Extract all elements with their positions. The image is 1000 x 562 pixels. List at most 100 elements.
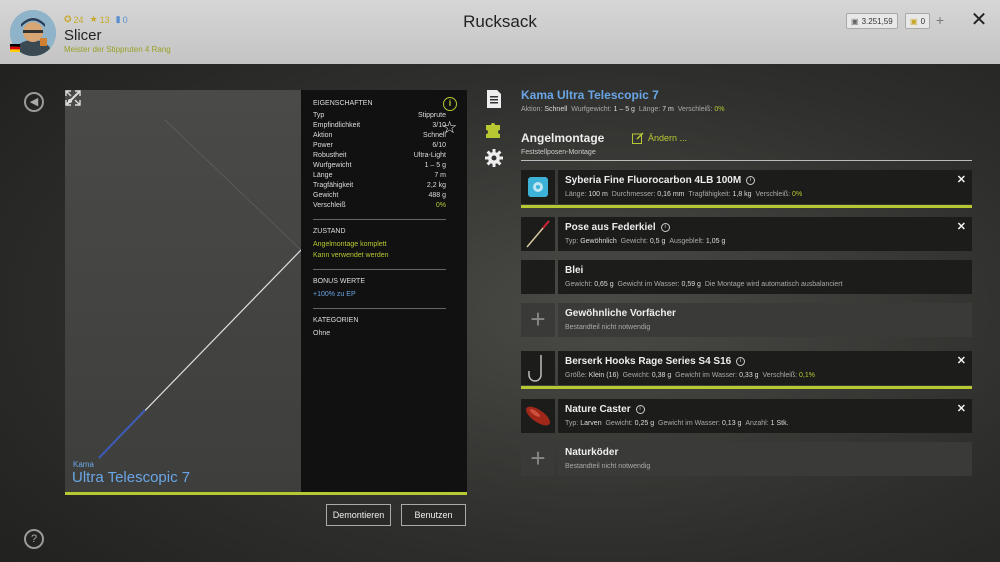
item-details: Gewicht: 0,65 g Gewicht im Wasser: 0,59 … <box>565 281 843 288</box>
property-row: Verschleiß 0% <box>313 201 446 211</box>
item-thumbnail[interactable] <box>521 399 555 433</box>
back-icon[interactable]: ◀ <box>24 92 44 112</box>
remove-icon[interactable]: ✕ <box>957 354 966 367</box>
item-name: Syberia Fine Fluorocarbon 4LB 100M i <box>565 175 756 186</box>
item-details: Bestandteil nicht notwendig <box>565 463 651 470</box>
player-rank: Meister der Stippruten 4 Rang <box>64 45 171 54</box>
properties-title: EIGENSCHAFTEN <box>313 100 373 107</box>
gold-balance[interactable]: ▣ 0 <box>905 13 931 29</box>
info-icon[interactable]: i <box>443 97 457 111</box>
sinker-item[interactable]: Blei Gewicht: 0,65 g Gewicht im Wasser: 0… <box>521 260 972 294</box>
item-body[interactable]: Naturköder Bestandteil nicht notwendig <box>558 442 972 476</box>
item-thumbnail[interactable]: + <box>521 442 555 476</box>
help-icon[interactable]: ? <box>24 529 44 549</box>
edit-icon <box>632 132 644 144</box>
silver-balance[interactable]: ▣ 3.251,59 <box>846 13 898 29</box>
silver-icon: ▣ <box>851 16 859 26</box>
divider <box>313 219 446 220</box>
line-item[interactable]: Syberia Fine Fluorocarbon 4LB 100M i Länge… <box>521 170 972 208</box>
float-icon <box>526 220 550 248</box>
bonus-title: BONUS WERTE <box>313 278 365 285</box>
property-label: Empfindlichkeit <box>313 122 361 129</box>
state-title: ZUSTAND <box>313 228 346 235</box>
property-label: Typ <box>313 112 325 119</box>
property-label: Aktion <box>313 132 333 139</box>
hook-icon <box>528 355 542 382</box>
rod-model: Ultra Telescopic 7 <box>72 469 191 486</box>
float-item[interactable]: Pose aus Federkiel i Typ: Gewöhnlich Gewic… <box>521 217 972 251</box>
document-icon[interactable] <box>484 89 504 109</box>
item-thumbnail[interactable] <box>521 351 555 385</box>
hook-item[interactable]: Berserk Hooks Rage Series S4 S16 i Größe: … <box>521 351 972 389</box>
info-icon[interactable]: i <box>736 357 746 366</box>
item-details: Typ: Larven Gewicht: 0,25 g Gewicht im W… <box>565 420 789 427</box>
item-body[interactable]: Blei Gewicht: 0,65 g Gewicht im Wasser: 0… <box>558 260 972 294</box>
property-label: Gewicht <box>313 192 339 199</box>
item-name: Nature Caster i <box>565 404 645 415</box>
add-component-icon[interactable]: + <box>521 442 555 476</box>
property-row: Power 6/10 <box>313 141 446 151</box>
durability-bar <box>521 205 972 208</box>
header-bar: ✪ 24 ★ 13 ▮ 0 Slicer Meister der Stippruten… <box>0 0 1000 64</box>
properties-panel: EIGENSCHAFTEN Typ Stipprute Empfindlichkei… <box>301 90 467 492</box>
property-row: Empfindlichkeit 3/10 <box>313 121 446 131</box>
item-body[interactable]: Gewöhnliche Vorfächer Bestandteil nicht n… <box>558 303 972 337</box>
item-details: Typ: Gewöhnlich Gewicht: 0,5 g Ausgeblel… <box>565 238 726 245</box>
item-details: Bestandteil nicht notwendig <box>565 324 651 331</box>
durability-bar <box>521 386 972 389</box>
property-row: Aktion Schnell <box>313 131 446 141</box>
property-label: Tragfähigkeit <box>313 182 354 189</box>
rod-icon[interactable] <box>65 90 81 106</box>
property-value: 0% <box>435 202 446 209</box>
property-value: Ultra-Light <box>413 152 446 159</box>
item-thumbnail[interactable] <box>521 217 555 251</box>
item-details: Länge: 100 m Durchmesser: 0,16 mm Tragfä… <box>565 191 803 198</box>
divider <box>313 308 446 309</box>
property-row: Gewicht 488 g <box>313 191 446 201</box>
remove-icon[interactable]: ✕ <box>957 173 966 186</box>
info-icon[interactable]: i <box>660 223 670 232</box>
dismantle-button[interactable]: Demontieren <box>326 504 391 526</box>
item-body[interactable]: Nature Caster i Typ: Larven Gewicht: 0,25 … <box>558 399 972 433</box>
item-thumbnail[interactable] <box>521 170 555 204</box>
add-currency-button[interactable]: + <box>932 13 948 29</box>
property-label: Robustheit <box>313 152 347 159</box>
property-row: Typ Stipprute <box>313 111 446 121</box>
divider <box>313 269 446 270</box>
gear-icon[interactable] <box>484 148 504 168</box>
remove-icon[interactable]: ✕ <box>957 402 966 415</box>
bait-item[interactable]: Nature Caster i Typ: Larven Gewicht: 0,25 … <box>521 399 972 433</box>
rod-preview[interactable]: Kama Ultra Telescopic 7 <box>65 90 301 492</box>
gold-icon: ▣ <box>910 16 918 26</box>
item-thumbnail[interactable]: + <box>521 303 555 337</box>
rod-image <box>98 119 301 459</box>
item-name: Naturköder <box>565 447 619 458</box>
add-component-icon[interactable]: + <box>521 303 555 337</box>
info-icon[interactable]: i <box>746 176 756 185</box>
property-value: 1 – 5 g <box>424 162 446 169</box>
property-value: 2,2 kg <box>426 182 446 189</box>
info-icon[interactable]: i <box>635 405 645 414</box>
item-body[interactable]: Syberia Fine Fluorocarbon 4LB 100M i Länge… <box>558 170 972 204</box>
property-row: Wurfgewicht 1 – 5 g <box>313 161 446 171</box>
property-value: 488 g <box>428 192 446 199</box>
use-button[interactable]: Benutzen <box>401 504 466 526</box>
item-body[interactable]: Pose aus Federkiel i Typ: Gewöhnlich Gewic… <box>558 217 972 251</box>
property-label: Power <box>313 142 333 149</box>
edit-rig-link[interactable]: Ändern ... <box>632 132 687 144</box>
state-line: Angelmontage komplett <box>313 241 387 248</box>
close-icon[interactable]: ✕ <box>970 10 988 30</box>
natural-bait-item[interactable]: + Naturköder Bestandteil nicht notwendig <box>521 442 972 476</box>
leader-item[interactable]: + Gewöhnliche Vorfächer Bestandteil nicht … <box>521 303 972 337</box>
item-body[interactable]: Berserk Hooks Rage Series S4 S16 i Größe: … <box>558 351 972 385</box>
category-value: Ohne <box>313 330 331 337</box>
favorite-star-icon[interactable]: ☆ <box>442 118 457 138</box>
section-title: Angelmontage <box>521 131 605 145</box>
property-value: 6/10 <box>432 142 446 149</box>
line-spool-icon <box>528 177 548 197</box>
property-row: Tragfähigkeit 2,2 kg <box>313 181 446 191</box>
remove-icon[interactable]: ✕ <box>957 220 966 233</box>
puzzle-icon[interactable] <box>484 119 504 139</box>
caster-bait-icon <box>526 406 550 426</box>
item-thumbnail[interactable] <box>521 260 555 294</box>
